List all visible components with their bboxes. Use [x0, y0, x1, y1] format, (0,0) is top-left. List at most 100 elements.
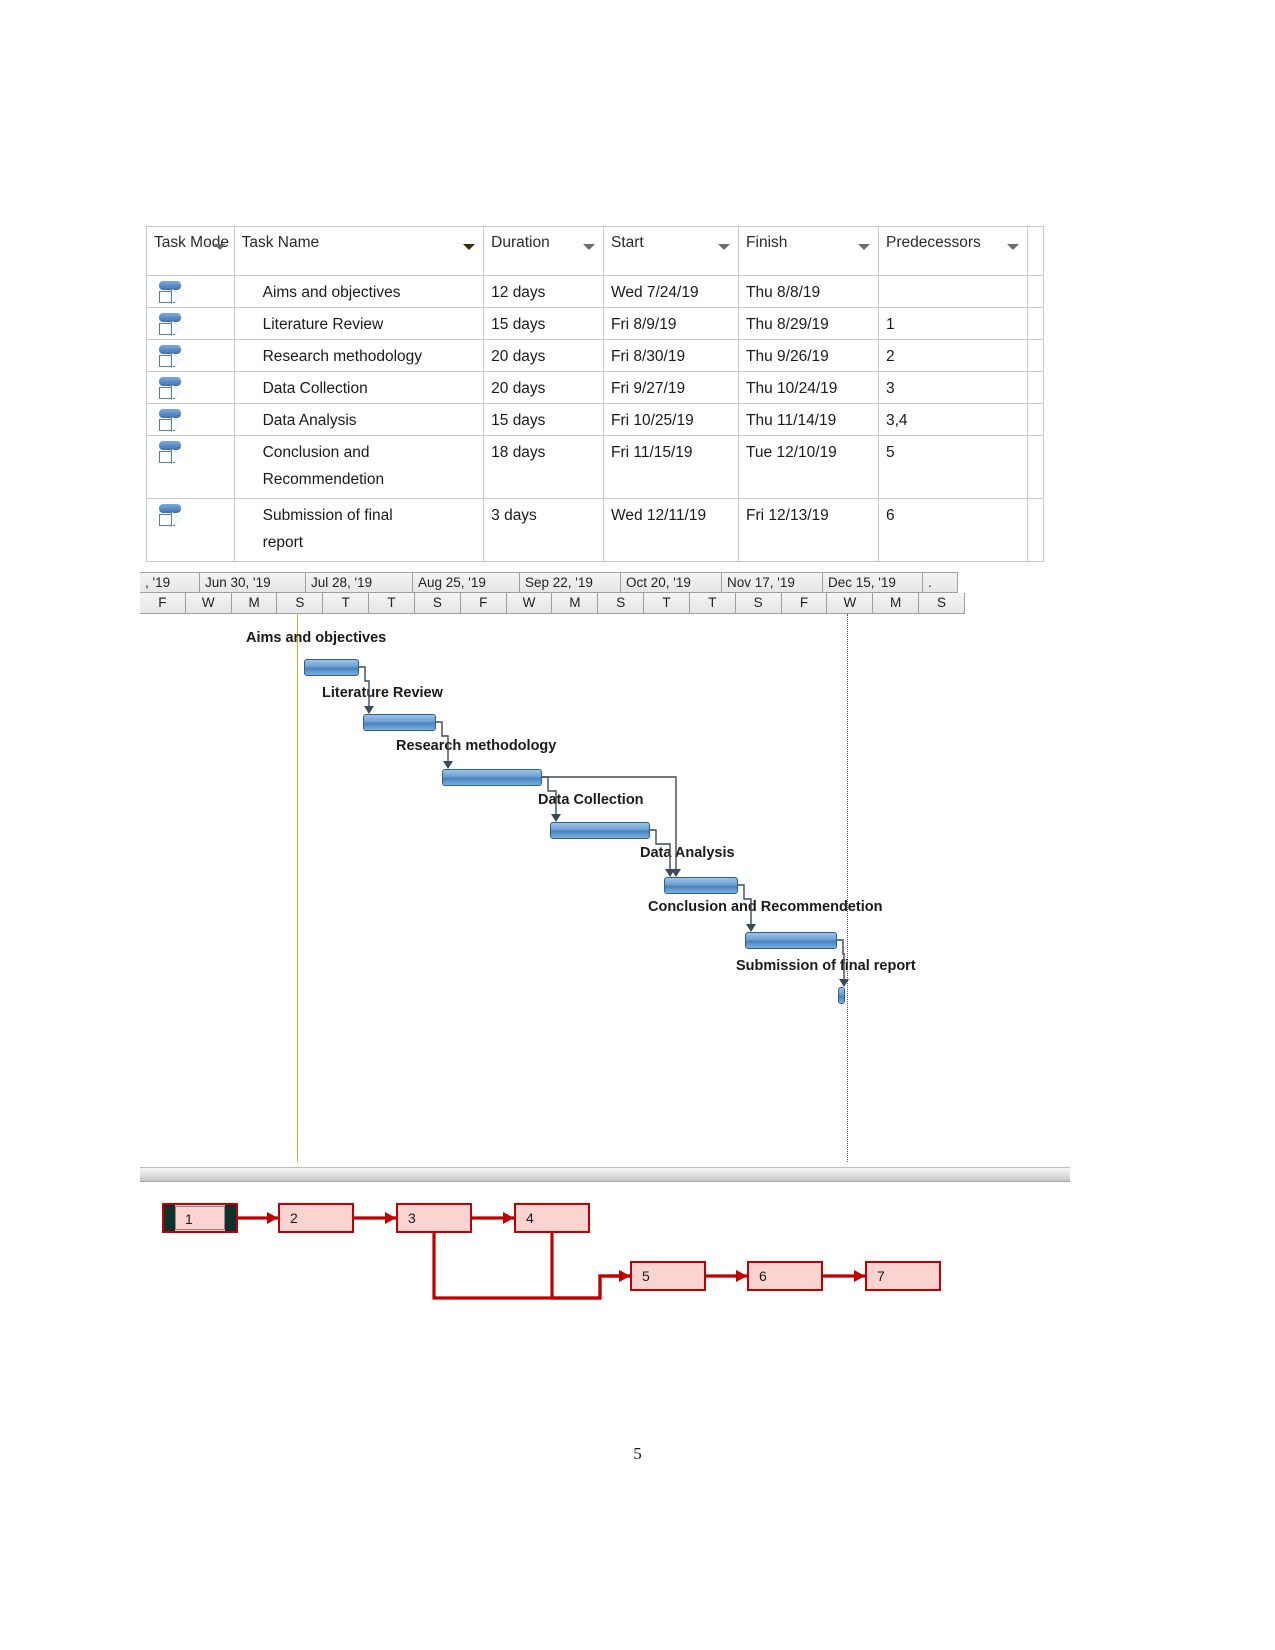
cell-finish[interactable]: Tue 12/10/19 [738, 435, 879, 499]
cell-finish[interactable]: Thu 9/26/19 [738, 339, 879, 372]
gantt-plot-area[interactable]: Aims and objectives Literature Review Rese… [140, 614, 965, 1164]
network-node[interactable]: 2 [278, 1203, 354, 1233]
column-header-duration[interactable]: Duration [483, 226, 604, 276]
filter-dropdown-icon[interactable] [1007, 244, 1020, 250]
auto-schedule-icon[interactable] [147, 276, 234, 307]
filter-dropdown-icon[interactable] [718, 244, 731, 250]
cell-task-name[interactable]: Conclusion and Recommendetion [233, 435, 485, 499]
auto-schedule-icon[interactable] [147, 499, 234, 561]
column-header-task-name[interactable]: Task Name [233, 226, 485, 276]
gantt-bar[interactable] [304, 659, 359, 676]
network-node[interactable]: 3 [396, 1203, 472, 1233]
cell-finish[interactable]: Thu 8/29/19 [738, 307, 879, 340]
gantt-bar[interactable] [550, 822, 650, 839]
cell-start[interactable]: Wed 7/24/19 [602, 275, 740, 308]
auto-schedule-icon[interactable] [147, 308, 234, 339]
column-header-extra[interactable] [1027, 226, 1044, 276]
network-node[interactable]: 1 [162, 1203, 238, 1233]
cell-predecessors[interactable]: 3 [877, 371, 1029, 404]
filter-dropdown-icon[interactable] [463, 244, 476, 250]
cell-extra[interactable] [1027, 435, 1044, 499]
cell-finish[interactable]: Thu 10/24/19 [738, 371, 879, 404]
auto-schedule-icon[interactable] [147, 340, 234, 371]
cell-extra[interactable] [1027, 498, 1044, 562]
cell-task-name[interactable]: Data Analysis [233, 403, 485, 436]
table-row[interactable]: Submission of final report 3 days Wed 12/1… [146, 498, 1044, 562]
cell-task-name[interactable]: Aims and objectives [233, 275, 485, 308]
gantt-bar[interactable] [745, 932, 837, 949]
cell-finish[interactable]: Fri 12/13/19 [738, 498, 879, 562]
cell-finish[interactable]: Thu 8/8/19 [738, 275, 879, 308]
cell-predecessors[interactable]: 1 [877, 307, 1029, 340]
cell-task-mode[interactable] [146, 498, 235, 562]
cell-extra[interactable] [1027, 275, 1044, 308]
cell-finish[interactable]: Thu 11/14/19 [738, 403, 879, 436]
gantt-chart[interactable]: , '19 Jun 30, '19 Jul 28, '19 Aug 25, '19 Se… [140, 572, 965, 1164]
network-link [550, 1233, 630, 1300]
cell-task-name[interactable]: Research methodology [233, 339, 485, 372]
network-node[interactable]: 7 [865, 1261, 941, 1291]
column-header-predecessors[interactable]: Predecessors [877, 226, 1029, 276]
table-row[interactable]: Data Analysis 15 days Fri 10/25/19 Thu 11/1… [146, 403, 1044, 436]
network-node[interactable]: 5 [630, 1261, 706, 1291]
cell-task-mode[interactable] [146, 275, 235, 308]
filter-dropdown-icon[interactable] [213, 244, 226, 250]
node-selection-handle-left[interactable] [164, 1205, 175, 1231]
gantt-bar[interactable] [838, 987, 845, 1004]
cell-task-mode[interactable] [146, 403, 235, 436]
gantt-bar[interactable] [442, 769, 542, 786]
auto-schedule-icon[interactable] [147, 372, 234, 403]
cell-task-mode[interactable] [146, 307, 235, 340]
column-header-task-mode[interactable]: Task Mode [146, 226, 235, 276]
cell-duration[interactable]: 12 days [483, 275, 604, 308]
cell-predecessors[interactable] [877, 275, 1029, 308]
cell-task-name[interactable]: Literature Review [233, 307, 485, 340]
column-header-start[interactable]: Start [602, 226, 740, 276]
cell-extra[interactable] [1027, 403, 1044, 436]
cell-predecessors[interactable]: 5 [877, 435, 1029, 499]
cell-start[interactable]: Fri 8/30/19 [602, 339, 740, 372]
cell-duration[interactable]: 20 days [483, 371, 604, 404]
cell-predecessors[interactable]: 2 [877, 339, 1029, 372]
cell-duration[interactable]: 15 days [483, 307, 604, 340]
cell-duration[interactable]: 18 days [483, 435, 604, 499]
cell-start[interactable]: Fri 9/27/19 [602, 371, 740, 404]
cell-start[interactable]: Fri 11/15/19 [602, 435, 740, 499]
cell-task-name[interactable]: Submission of final report [233, 498, 485, 562]
filter-dropdown-icon[interactable] [858, 244, 870, 250]
finish-text: Tue 12/10/19 [746, 444, 837, 461]
table-row[interactable]: Research methodology 20 days Fri 8/30/19 Th… [146, 339, 1044, 372]
cell-predecessors[interactable]: 3,4 [877, 403, 1029, 436]
cell-task-mode[interactable] [146, 371, 235, 404]
auto-schedule-icon[interactable] [147, 436, 234, 498]
table-row[interactable]: Aims and objectives 12 days Wed 7/24/19 Thu… [146, 275, 1044, 308]
network-node[interactable]: 6 [747, 1261, 823, 1291]
cell-extra[interactable] [1027, 371, 1044, 404]
table-row[interactable]: Conclusion and Recommendetion 18 days Fri … [146, 435, 1044, 499]
auto-schedule-icon[interactable] [147, 404, 234, 435]
network-node[interactable]: 4 [514, 1203, 590, 1233]
filter-dropdown-icon[interactable] [582, 244, 595, 250]
cell-duration[interactable]: 20 days [483, 339, 604, 372]
node-selection-handle-right[interactable] [225, 1205, 236, 1231]
cell-start[interactable]: Wed 12/11/19 [602, 498, 740, 562]
gantt-bar[interactable] [664, 877, 738, 894]
column-header-finish[interactable]: Finish [738, 226, 879, 276]
cell-task-mode[interactable] [146, 435, 235, 499]
cell-start[interactable]: Fri 10/25/19 [602, 403, 740, 436]
task-table[interactable]: Task Mode Task Name Duration Start Finis… [146, 226, 1044, 562]
cell-task-name[interactable]: Data Collection [233, 371, 485, 404]
cell-extra[interactable] [1027, 307, 1044, 340]
timeline-day-cell: M [552, 593, 599, 614]
cell-task-mode[interactable] [146, 339, 235, 372]
gantt-bar[interactable] [363, 714, 436, 731]
cell-start[interactable]: Fri 8/9/19 [602, 307, 740, 340]
network-diagram[interactable]: 1 2 3 4 5 6 7 [140, 1185, 1070, 1315]
pane-splitter[interactable] [140, 1167, 1070, 1182]
cell-extra[interactable] [1027, 339, 1044, 372]
table-row[interactable]: Literature Review 15 days Fri 8/9/19 Thu 8/… [146, 307, 1044, 340]
cell-predecessors[interactable]: 6 [877, 498, 1029, 562]
table-row[interactable]: Data Collection 20 days Fri 9/27/19 Thu 10/… [146, 371, 1044, 404]
cell-duration[interactable]: 3 days [483, 498, 604, 562]
cell-duration[interactable]: 15 days [483, 403, 604, 436]
